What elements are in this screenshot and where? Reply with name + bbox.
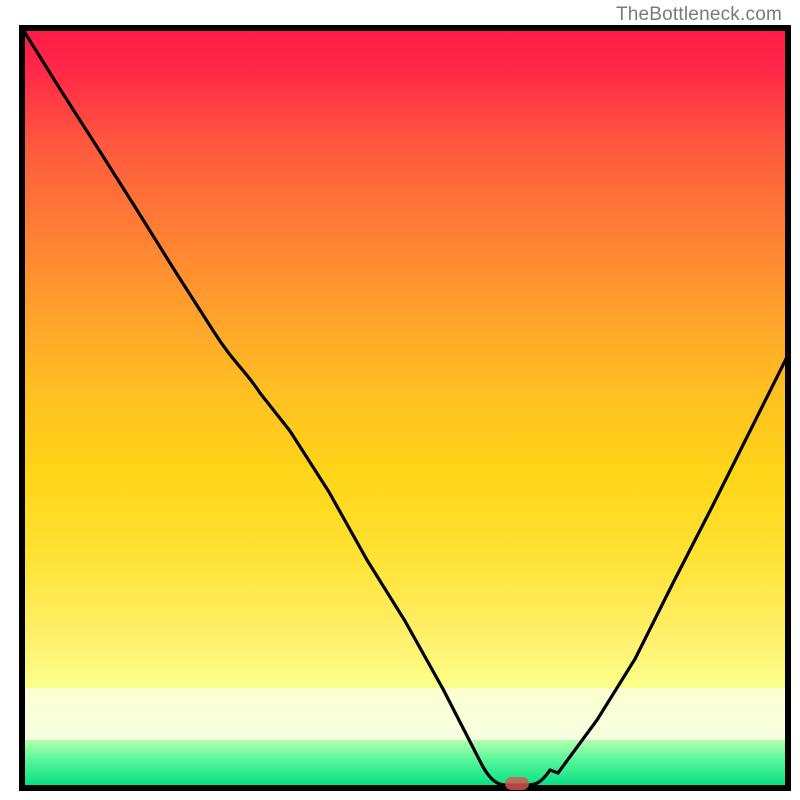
gradient-green bbox=[22, 740, 788, 788]
gradient-upper bbox=[22, 28, 788, 688]
bottleneck-chart bbox=[0, 0, 800, 800]
minimum-marker bbox=[505, 777, 529, 790]
chart-container: TheBottleneck.com bbox=[0, 0, 800, 800]
gradient-pale bbox=[22, 688, 788, 740]
plot-area bbox=[22, 28, 788, 790]
attribution-label: TheBottleneck.com bbox=[616, 4, 782, 26]
